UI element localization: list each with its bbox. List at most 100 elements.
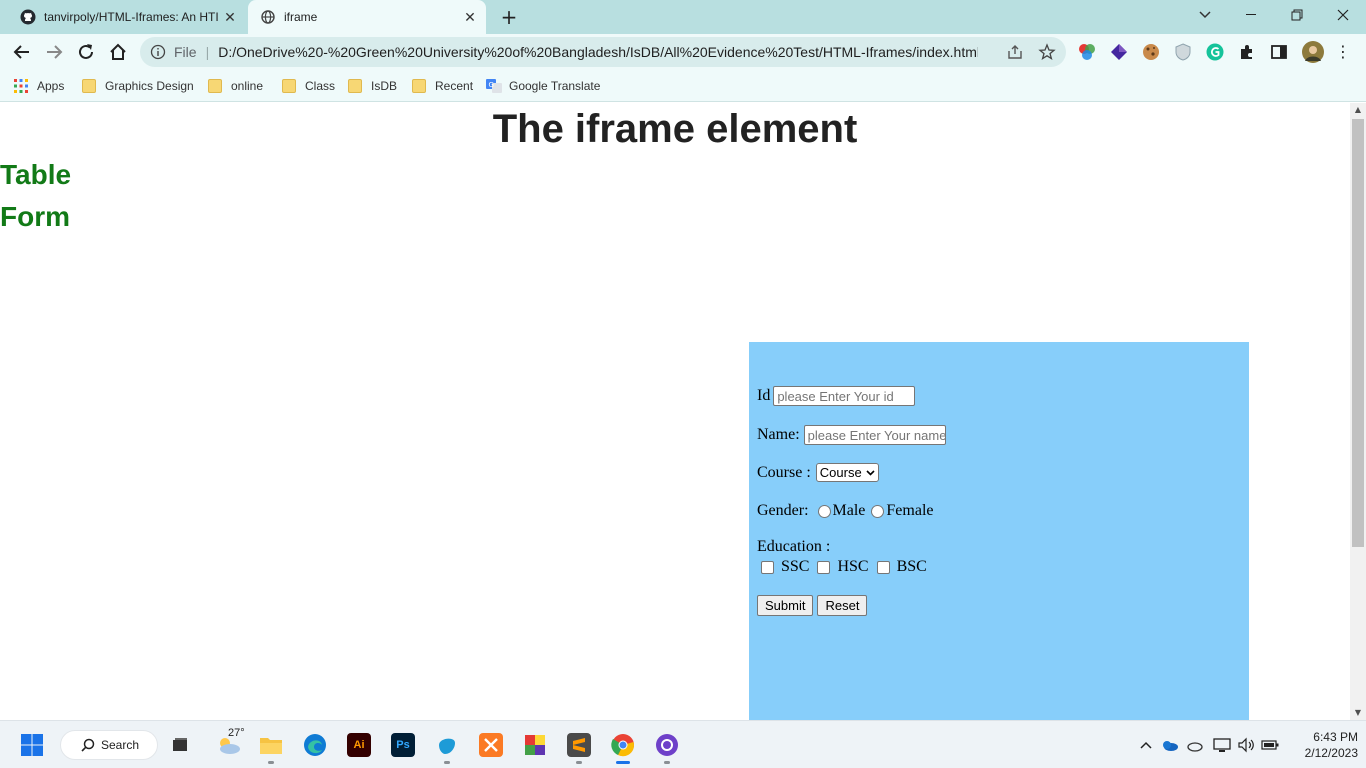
- bsc-checkbox[interactable]: [876, 560, 890, 574]
- home-icon[interactable]: [104, 38, 132, 66]
- tab-github[interactable]: tanvirpoly/HTML-Iframes: An HTI ✕: [8, 0, 246, 34]
- url-text[interactable]: D:/OneDrive%20-%20Green%20University%20o…: [218, 44, 978, 60]
- taskbar-search-box[interactable]: Search: [60, 730, 158, 760]
- clock-time: 6:43 PM: [1313, 730, 1358, 744]
- bookmark-graphics-design[interactable]: Graphics Design: [82, 76, 194, 96]
- taskbar-search-label: Search: [101, 738, 140, 752]
- svg-text:G: G: [489, 81, 494, 89]
- running-indicator: [444, 761, 450, 764]
- tab-search-chevron-icon[interactable]: [1182, 0, 1228, 30]
- chevron-up-icon[interactable]: [1137, 736, 1155, 754]
- gender-row: Gender: Male Female: [757, 502, 934, 520]
- task-view-icon[interactable]: [168, 733, 192, 757]
- info-icon[interactable]: [150, 44, 166, 60]
- windows-start-icon[interactable]: [20, 733, 44, 757]
- grammarly-icon[interactable]: [1206, 43, 1224, 61]
- scroll-down-icon[interactable]: ▼: [1350, 706, 1366, 720]
- file-explorer-icon[interactable]: [259, 733, 283, 757]
- submit-button[interactable]: Submit: [757, 595, 814, 616]
- address-bar[interactable]: File | D:/OneDrive%20-%20Green%20Univers…: [140, 37, 1066, 67]
- bookmarks-bar: Apps Graphics Design online Class IsDB R…: [0, 70, 1366, 102]
- education-label: Education :: [757, 538, 831, 555]
- bookmark-class[interactable]: Class: [282, 76, 335, 96]
- page-scrollbar[interactable]: ▲ ▼: [1350, 103, 1366, 720]
- colorful-app-icon[interactable]: [523, 733, 547, 757]
- edge-browser-icon[interactable]: [303, 733, 327, 757]
- scroll-up-icon[interactable]: ▲: [1350, 103, 1366, 117]
- bookmark-label: Google Translate: [509, 79, 601, 93]
- profile-avatar[interactable]: [1302, 41, 1324, 63]
- share-icon[interactable]: [1006, 43, 1024, 61]
- name-label: Name:: [757, 426, 800, 443]
- blue-app-icon[interactable]: [435, 733, 459, 757]
- bookmark-label: Graphics Design: [105, 79, 194, 93]
- scrollbar-thumb[interactable]: [1352, 119, 1364, 547]
- minimize-icon[interactable]: [1228, 0, 1274, 30]
- color-picker-extension-icon[interactable]: [1078, 43, 1096, 61]
- course-label: Course :: [757, 463, 811, 481]
- network-icon[interactable]: [1213, 736, 1231, 754]
- bookmark-label: IsDB: [371, 79, 398, 93]
- cookie-extension-icon[interactable]: [1142, 43, 1160, 61]
- folder-icon: [412, 79, 426, 93]
- bookmark-label: online: [231, 79, 264, 93]
- id-input[interactable]: please Enter Your id: [773, 386, 916, 406]
- close-tab-icon[interactable]: ✕: [220, 7, 240, 27]
- shield-extension-icon[interactable]: [1174, 43, 1192, 61]
- sublime-text-icon[interactable]: [567, 733, 591, 757]
- bookmark-apps[interactable]: Apps: [14, 76, 64, 96]
- form-iframe: Id please Enter Your id Name: please Ent…: [749, 342, 1249, 720]
- restore-icon[interactable]: [1274, 0, 1320, 30]
- folder-icon: [208, 79, 222, 93]
- close-tab-icon[interactable]: ✕: [460, 7, 480, 27]
- bookmark-isdb[interactable]: IsDB: [348, 76, 397, 96]
- bookmark-online[interactable]: online: [208, 76, 263, 96]
- volume-icon[interactable]: [1237, 736, 1255, 754]
- back-arrow-icon[interactable]: [8, 38, 36, 66]
- menu-kebab-icon[interactable]: ⋮: [1334, 43, 1352, 61]
- illustrator-icon[interactable]: Ai: [347, 733, 371, 757]
- onedrive-sync-icon[interactable]: [1185, 736, 1203, 754]
- extensions-puzzle-icon[interactable]: [1238, 43, 1256, 61]
- bookmark-google-translate[interactable]: G Google Translate: [486, 76, 600, 96]
- xampp-icon[interactable]: [479, 733, 503, 757]
- reload-icon[interactable]: [72, 38, 100, 66]
- bookmark-recent[interactable]: Recent: [412, 76, 473, 96]
- google-translate-icon: G: [486, 79, 502, 93]
- page-viewport: The iframe element Table Form Id please …: [0, 103, 1350, 720]
- name-input[interactable]: please Enter Your name: [803, 425, 946, 445]
- table-link[interactable]: Table: [0, 159, 71, 191]
- education-label-row: Education :: [757, 538, 830, 556]
- page-title: The iframe element: [492, 107, 858, 151]
- close-window-icon[interactable]: [1320, 0, 1366, 30]
- tab-title: tanvirpoly/HTML-Iframes: An HTI: [44, 10, 219, 24]
- name-row: Name: please Enter Your name: [757, 425, 946, 445]
- side-panel-icon[interactable]: [1270, 43, 1288, 61]
- forward-arrow-icon[interactable]: [40, 38, 68, 66]
- gender-female-radio[interactable]: [871, 504, 885, 518]
- running-indicator: [576, 761, 582, 764]
- bsc-label: BSC: [896, 558, 927, 575]
- ssc-checkbox[interactable]: [761, 560, 774, 574]
- course-select[interactable]: Course: [815, 463, 879, 482]
- tab-iframe[interactable]: iframe ✕: [248, 0, 486, 34]
- chrome-icon[interactable]: [611, 733, 635, 757]
- folder-icon: [282, 79, 296, 93]
- new-tab-button[interactable]: +: [498, 6, 520, 28]
- folder-icon: [82, 79, 96, 93]
- reset-button[interactable]: Reset: [817, 595, 868, 616]
- bookmark-star-icon[interactable]: [1038, 43, 1056, 61]
- folder-icon: [348, 79, 362, 93]
- form-link[interactable]: Form: [0, 201, 70, 233]
- weather-widget[interactable]: 27°: [212, 727, 246, 757]
- gender-male-label: Male: [832, 502, 866, 519]
- photoshop-icon[interactable]: Ps: [391, 733, 415, 757]
- battery-icon[interactable]: [1261, 736, 1279, 754]
- cube-extension-icon[interactable]: [1110, 43, 1128, 61]
- github-desktop-icon[interactable]: [655, 733, 679, 757]
- gender-male-radio[interactable]: [817, 504, 831, 518]
- system-clock[interactable]: 6:43 PM 2/12/2023: [1286, 729, 1358, 761]
- hsc-checkbox[interactable]: [817, 560, 831, 574]
- course-selected-value: Course: [819, 465, 862, 480]
- onedrive-icon[interactable]: [1161, 736, 1179, 754]
